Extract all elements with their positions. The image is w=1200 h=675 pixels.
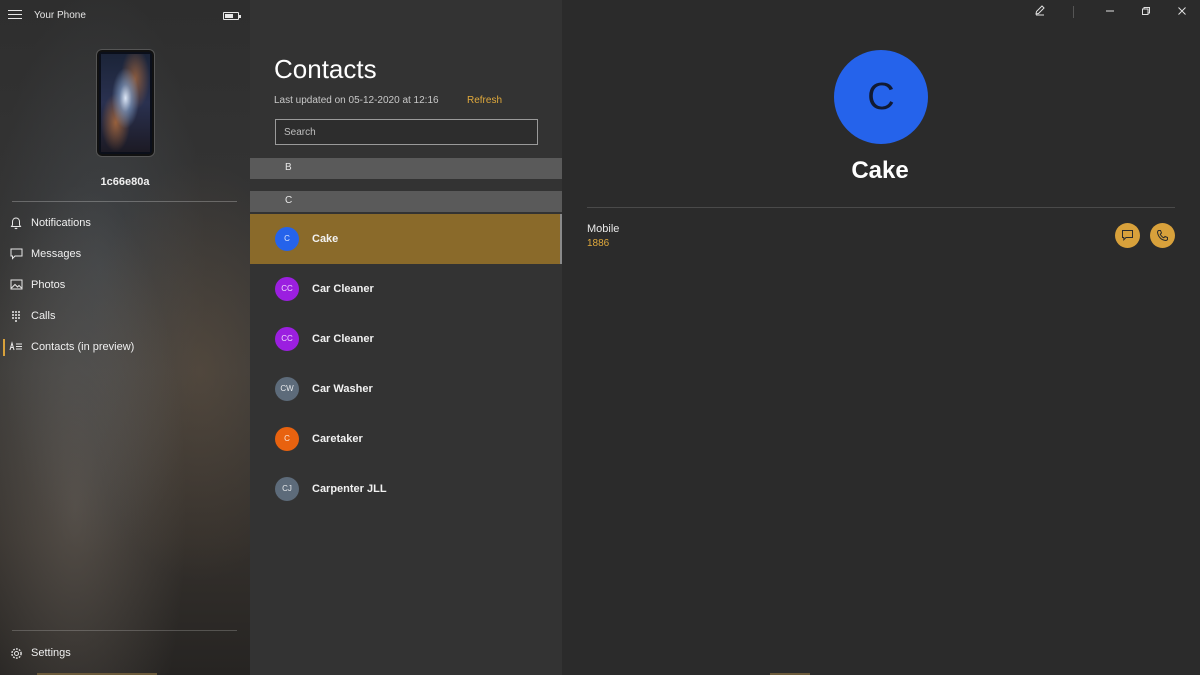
avatar: CC [275, 277, 299, 301]
edit-icon[interactable] [1022, 0, 1058, 26]
last-updated-text: Last updated on 05-12-2020 at 12:16 [274, 95, 439, 106]
group-letter: B [285, 162, 292, 173]
sidebar-item-settings[interactable]: Settings [0, 640, 250, 668]
contact-name-heading: Cake [851, 157, 909, 184]
detail-divider [587, 207, 1175, 208]
titlebar-separator [1073, 6, 1074, 18]
sidebar-item-label: Photos [31, 279, 66, 291]
sidebar-item-messages[interactable]: Messages [0, 241, 250, 269]
avatar: CC [275, 327, 299, 351]
sidebar-divider [12, 201, 237, 202]
contact-name: Caretaker [312, 433, 363, 445]
contact-avatar: C [834, 50, 928, 144]
group-letter: C [285, 195, 293, 206]
contact-name: Car Washer [312, 383, 373, 395]
bell-icon [9, 217, 23, 231]
contact-row[interactable]: CC Car Cleaner [250, 264, 562, 314]
avatar: C [275, 427, 299, 451]
sidebar-item-label: Calls [31, 310, 56, 322]
message-icon [9, 248, 23, 262]
device-name: 1c66e80a [100, 176, 150, 188]
page-title: Contacts [274, 54, 377, 84]
contact-row[interactable]: C Cake [250, 214, 562, 264]
contact-row[interactable]: CW Car Washer [250, 364, 562, 414]
sidebar: Your Phone 1c66e80a Notifications Messag… [0, 0, 250, 675]
sidebar-item-label: Contacts (in preview) [31, 341, 135, 353]
sidebar-item-calls[interactable]: Calls [0, 303, 250, 331]
battery-icon [223, 12, 241, 20]
sidebar-item-photos[interactable]: Photos [0, 272, 250, 300]
contact-row[interactable]: CC Car Cleaner [250, 314, 562, 364]
gear-icon [9, 647, 23, 661]
sidebar-item-label: Settings [31, 647, 71, 659]
phone-number[interactable]: 1886 [587, 238, 609, 249]
avatar: C [275, 227, 299, 251]
sidebar-item-notifications[interactable]: Notifications [0, 210, 250, 238]
sidebar-item-label: Messages [31, 248, 82, 260]
contact-name: Carpenter JLL [312, 483, 387, 495]
dialpad-icon [9, 310, 23, 324]
sidebar-item-contacts[interactable]: Contacts (in preview) [0, 334, 250, 362]
contacts-icon [9, 341, 23, 355]
avatar: CJ [275, 477, 299, 501]
call-button[interactable] [1150, 223, 1175, 248]
hamburger-menu-icon[interactable] [8, 10, 22, 22]
contact-row[interactable]: C Caretaker [250, 414, 562, 464]
send-message-button[interactable] [1115, 223, 1140, 248]
sidebar-titlebar: Your Phone [0, 0, 250, 32]
sidebar-divider [12, 630, 237, 631]
contact-name: Car Cleaner [312, 283, 374, 295]
contact-name: Cake [312, 233, 339, 245]
contact-row[interactable]: CJ Carpenter JLL [250, 464, 562, 514]
group-header-c[interactable]: C [250, 191, 562, 212]
phone-type-label: Mobile [587, 223, 620, 235]
search-input[interactable] [275, 119, 538, 145]
restore-icon[interactable] [1128, 0, 1164, 26]
contact-name: Car Cleaner [312, 333, 374, 345]
photos-icon [9, 279, 23, 293]
sidebar-item-label: Notifications [31, 217, 91, 229]
phone-preview-image [97, 50, 154, 156]
app-title: Your Phone [34, 10, 86, 21]
group-header-b[interactable]: B [250, 158, 562, 179]
refresh-link[interactable]: Refresh [467, 95, 502, 106]
close-icon[interactable] [1164, 0, 1200, 26]
minimize-icon[interactable] [1092, 0, 1128, 26]
contact-detail-pane: C Cake Mobile 1886 [562, 0, 1200, 675]
avatar: CW [275, 377, 299, 401]
contacts-list-pane: Contacts Last updated on 05-12-2020 at 1… [250, 0, 562, 675]
